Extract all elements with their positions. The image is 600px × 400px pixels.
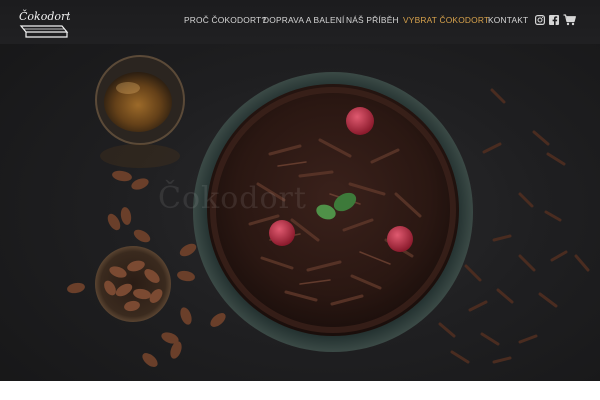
nav-item-doprava-a-baleni[interactable]: DOPRAVA A BALENÍ: [263, 15, 345, 25]
shopping-cart-icon[interactable]: [563, 14, 576, 26]
cocoa-bean-bowl: [95, 246, 171, 322]
page-bottom: [0, 381, 600, 400]
raspberry: [387, 226, 413, 252]
nav-item-vybrat-cokodort[interactable]: VYBRAT ČOKODORT: [403, 15, 489, 25]
raspberry: [269, 220, 295, 246]
header: Čokodort PROČ ČOKODORT? DOPRAVA A BALENÍ…: [0, 0, 600, 44]
main-navigation: PROČ ČOKODORT? DOPRAVA A BALENÍ NÁŠ PŘÍB…: [0, 15, 600, 29]
nav-item-kontakt[interactable]: KONTAKT: [488, 15, 528, 25]
instagram-icon[interactable]: [535, 15, 545, 25]
nav-item-nas-pribeh[interactable]: NÁŠ PŘÍBĚH: [346, 15, 399, 25]
nav-item-proc-cokodort[interactable]: PROČ ČOKODORT?: [184, 15, 266, 25]
facebook-icon[interactable]: [549, 15, 559, 25]
watermark: Čokodort: [158, 181, 307, 216]
raspberry: [346, 107, 374, 135]
cognac-glass: [95, 55, 185, 168]
page: Čokodort Čokodort PROČ ČOKODORT? DOPRAVA…: [0, 0, 600, 381]
